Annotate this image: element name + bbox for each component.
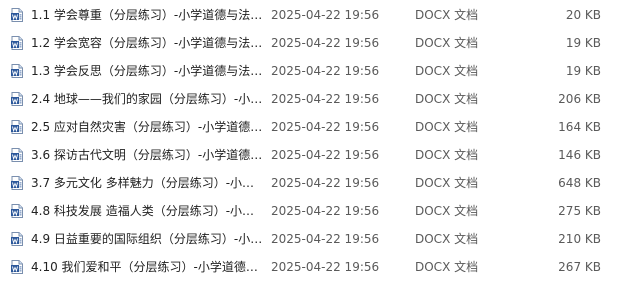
file-name: 2.4 地球——我们的家园（分层练习）-小学道德与法治 xyxy=(31,92,263,106)
file-row[interactable]: 3.6 探访古代文明（分层练习）-小学道德与法治五年级 2025-04-22 1… xyxy=(0,141,634,169)
file-row[interactable]: 4.10 我们爱和平（分层练习）-小学道德与法治五年级 2025-04-22 1… xyxy=(0,253,634,281)
docx-file-icon xyxy=(11,148,23,162)
file-name: 2.5 应对自然灾害（分层练习）-小学道德与法治五年级 xyxy=(31,120,263,134)
docx-file-icon xyxy=(11,260,23,274)
docx-file-icon xyxy=(11,8,23,22)
file-type: DOCX 文档 xyxy=(415,260,479,274)
docx-file-icon xyxy=(11,92,23,106)
docx-file-icon xyxy=(11,120,23,134)
file-type: DOCX 文档 xyxy=(415,36,479,50)
file-type: DOCX 文档 xyxy=(415,148,479,162)
file-type: DOCX 文档 xyxy=(415,92,479,106)
file-type: DOCX 文档 xyxy=(415,176,479,190)
file-modified-date: 2025-04-22 19:56 xyxy=(271,176,380,190)
file-row[interactable]: 1.1 学会尊重（分层练习）-小学道德与法治五年级下册 2025-04-22 1… xyxy=(0,1,634,29)
file-row[interactable]: 2.5 应对自然灾害（分层练习）-小学道德与法治五年级 2025-04-22 1… xyxy=(0,113,634,141)
file-name: 1.1 学会尊重（分层练习）-小学道德与法治五年级下册 xyxy=(31,8,263,22)
file-row[interactable]: 1.2 学会宽容（分层练习）-小学道德与法治五年级下册 2025-04-22 1… xyxy=(0,29,634,57)
docx-file-icon xyxy=(11,232,23,246)
file-list: 1.1 学会尊重（分层练习）-小学道德与法治五年级下册 2025-04-22 1… xyxy=(0,0,634,290)
file-row[interactable]: 2.4 地球——我们的家园（分层练习）-小学道德与法治 2025-04-22 1… xyxy=(0,85,634,113)
file-size: 164 KB xyxy=(558,120,601,134)
file-size: 20 KB xyxy=(565,8,601,22)
docx-file-icon xyxy=(11,36,23,50)
file-type: DOCX 文档 xyxy=(415,8,479,22)
file-name: 1.3 学会反思（分层练习）-小学道德与法治五年级下册 xyxy=(31,64,263,78)
file-type: DOCX 文档 xyxy=(415,64,479,78)
file-modified-date: 2025-04-22 19:56 xyxy=(271,120,380,134)
file-row[interactable]: 3.7 多元文化 多样魅力（分层练习）-小学道德与法治 2025-04-22 1… xyxy=(0,169,634,197)
file-row[interactable]: 4.9 日益重要的国际组织（分层练习）-小学道德与法治 2025-04-22 1… xyxy=(0,225,634,253)
file-row[interactable]: 1.3 学会反思（分层练习）-小学道德与法治五年级下册 2025-04-22 1… xyxy=(0,57,634,85)
file-modified-date: 2025-04-22 19:56 xyxy=(271,204,380,218)
file-modified-date: 2025-04-22 19:56 xyxy=(271,36,380,50)
file-name: 4.8 科技发展 造福人类（分层练习）-小学道德与法治 xyxy=(31,204,263,218)
file-modified-date: 2025-04-22 19:56 xyxy=(271,148,380,162)
file-name: 3.6 探访古代文明（分层练习）-小学道德与法治五年级 xyxy=(31,148,263,162)
file-size: 146 KB xyxy=(558,148,601,162)
file-type: DOCX 文档 xyxy=(415,204,479,218)
file-name: 3.7 多元文化 多样魅力（分层练习）-小学道德与法治 xyxy=(31,176,263,190)
file-type: DOCX 文档 xyxy=(415,232,479,246)
file-size: 206 KB xyxy=(558,92,601,106)
docx-file-icon xyxy=(11,204,23,218)
docx-file-icon xyxy=(11,176,23,190)
file-size: 19 KB xyxy=(565,64,601,78)
file-modified-date: 2025-04-22 19:56 xyxy=(271,260,380,274)
docx-file-icon xyxy=(11,64,23,78)
file-size: 210 KB xyxy=(558,232,601,246)
file-size: 19 KB xyxy=(565,36,601,50)
file-size: 267 KB xyxy=(558,260,601,274)
file-name: 4.10 我们爱和平（分层练习）-小学道德与法治五年级 xyxy=(31,260,263,274)
file-name: 4.9 日益重要的国际组织（分层练习）-小学道德与法治 xyxy=(31,232,263,246)
file-modified-date: 2025-04-22 19:56 xyxy=(271,64,380,78)
file-modified-date: 2025-04-22 19:56 xyxy=(271,92,380,106)
file-size: 275 KB xyxy=(558,204,601,218)
file-modified-date: 2025-04-22 19:56 xyxy=(271,8,380,22)
file-size: 648 KB xyxy=(558,176,601,190)
file-name: 1.2 学会宽容（分层练习）-小学道德与法治五年级下册 xyxy=(31,36,263,50)
file-type: DOCX 文档 xyxy=(415,120,479,134)
file-row[interactable]: 4.8 科技发展 造福人类（分层练习）-小学道德与法治 2025-04-22 1… xyxy=(0,197,634,225)
file-modified-date: 2025-04-22 19:56 xyxy=(271,232,380,246)
